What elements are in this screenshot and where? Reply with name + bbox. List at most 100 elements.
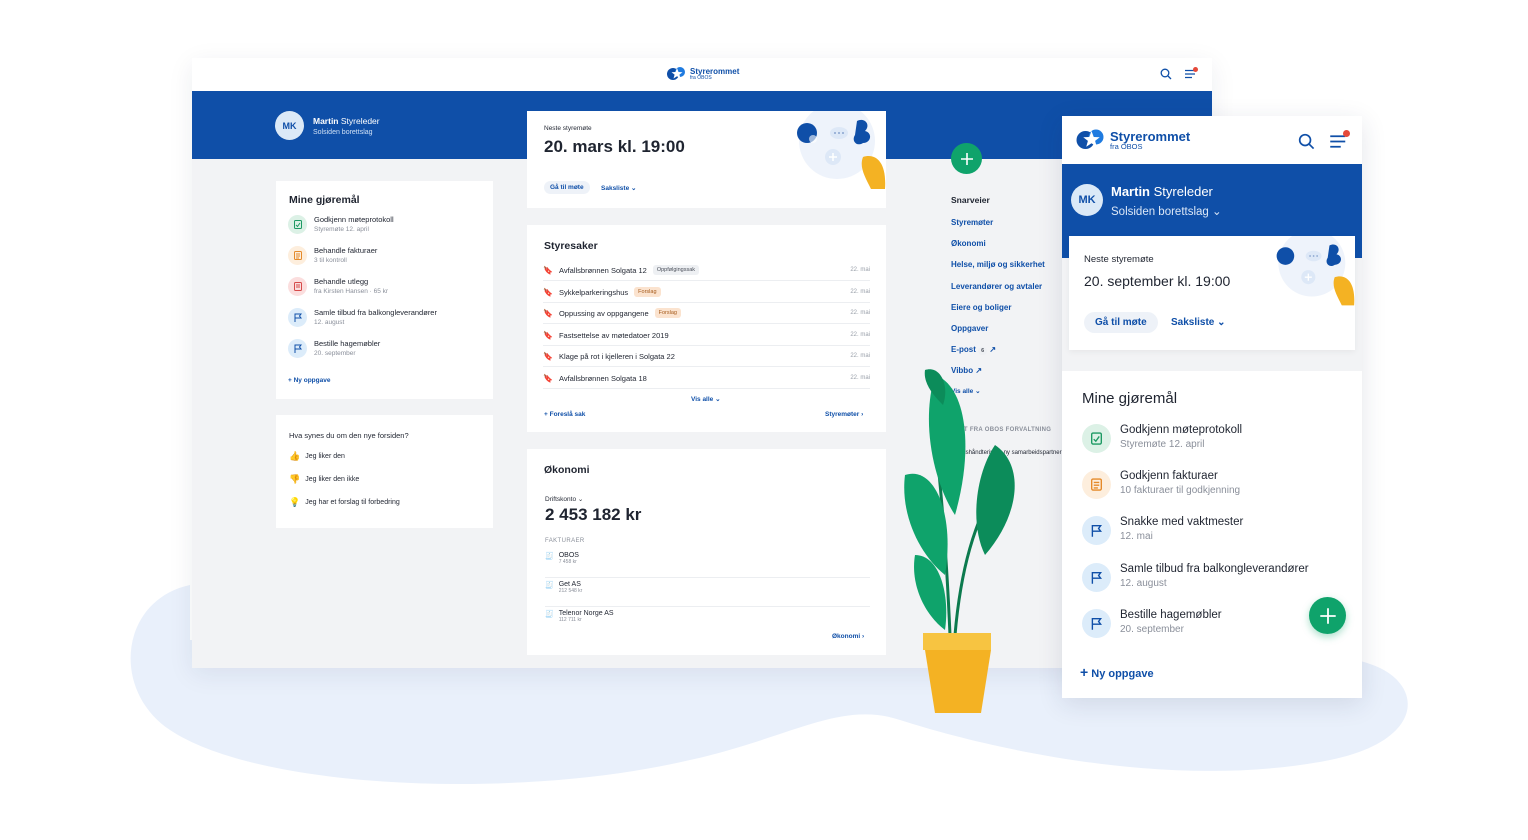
feedback-dislike[interactable]: 👎 Jeg liker den ikke xyxy=(289,474,359,485)
case-date: 22. mai xyxy=(850,375,870,381)
task-item[interactable]: Bestille hagemøbler 20. september xyxy=(1082,609,1222,638)
case-badge: Forslag xyxy=(634,287,661,297)
shortcuts-title: Snarveier xyxy=(951,195,990,205)
chevron-right-icon: › xyxy=(861,633,865,640)
feedback-like-label: Jeg liker den xyxy=(305,453,345,460)
flag-icon xyxy=(1082,609,1111,638)
case-row[interactable]: 🔖 Klage på rot i kjelleren i Solgata 22 22… xyxy=(543,346,870,367)
user-role: Styreleder xyxy=(1153,184,1213,199)
case-row[interactable]: 🔖 Sykkelparkeringshus Forslag 22. mai xyxy=(543,282,870,303)
org-dropdown[interactable]: Solsiden borettslag ⌄ xyxy=(1111,204,1222,218)
thumbs-down-icon: 👎 xyxy=(289,474,301,484)
invoice-row[interactable]: 🧾 Get AS 212 548 kr xyxy=(545,581,870,607)
feedback-suggest[interactable]: 💡 Jeg har et forslag til forbedring xyxy=(289,497,400,508)
invoice-row[interactable]: 🧾 Telenor Norge AS 112 711 kr xyxy=(545,610,870,632)
bookmark-icon: 🔖 xyxy=(543,373,553,383)
meeting-illustration xyxy=(1276,236,1355,306)
add-task-label: Ny oppgave xyxy=(293,377,331,384)
user-role: Styreleder xyxy=(340,116,380,126)
mobile-brand-logo[interactable]: Styrerommet fra OBOS xyxy=(1074,128,1190,152)
invoice-icon: 🧾 xyxy=(545,582,554,589)
flag-icon xyxy=(288,308,307,327)
invoice-icon: 🧾 xyxy=(545,611,554,618)
task-item[interactable]: Godkjenn møteprotokoll Styremøte 12. apri… xyxy=(1082,424,1242,453)
add-fab-button[interactable] xyxy=(1309,597,1346,634)
case-row[interactable]: 🔖 Avfallsbrønnen Solgata 18 22. mai xyxy=(543,368,870,389)
brand-logo[interactable]: Styrerommet fra OBOS xyxy=(666,66,739,82)
shortcut-link[interactable]: Helse, miljø og sikkerhet xyxy=(951,260,1045,269)
chevron-right-icon: › xyxy=(861,411,864,418)
economy-link[interactable]: Økonomi › xyxy=(832,633,864,640)
avatar[interactable]: MK xyxy=(1071,184,1103,216)
shortcut-link[interactable]: Økonomi xyxy=(951,239,986,248)
document-check-icon xyxy=(1082,424,1111,453)
task-subtitle: 12. august xyxy=(314,319,345,326)
thumbs-up-icon: 👍 xyxy=(289,451,301,461)
shortcut-link[interactable]: Leverandører og avtaler xyxy=(951,282,1042,291)
org-name: Solsiden borettslag xyxy=(1111,206,1209,218)
receipt-icon xyxy=(288,277,307,296)
task-item[interactable]: Snakke med vaktmester 12. mai xyxy=(1082,516,1243,545)
user-name[interactable]: Martin Styreleder xyxy=(1111,184,1213,199)
logo-icon xyxy=(1076,129,1104,149)
mobile-window: Styrerommet fra OBOS MK Martin Styrelede… xyxy=(1062,116,1362,698)
case-name: Sykkelparkeringshus xyxy=(558,287,629,297)
task-title: Bestille hagemøbler xyxy=(1120,609,1222,621)
show-all-cases-button[interactable]: Vis alle ⌄ xyxy=(691,395,721,403)
invoice-row[interactable]: 🧾 OBOS 7 458 kr xyxy=(545,552,870,578)
task-item[interactable]: Godkjenn møteprotokoll Styremøte 12. apri… xyxy=(288,215,394,234)
meeting-illustration xyxy=(797,111,886,189)
go-to-meeting-button[interactable]: Gå til møte xyxy=(544,181,590,194)
meetings-link[interactable]: Styremøter › xyxy=(825,411,863,418)
account-dropdown[interactable]: Driftskonto ⌄ xyxy=(545,495,583,503)
mobile-meeting-card: Neste styremøte 20. september kl. 19:00 … xyxy=(1069,236,1355,350)
flag-icon xyxy=(1082,563,1111,592)
brand-name: Styrerommet xyxy=(1110,128,1191,144)
task-item[interactable]: Behandle utlegg fra Kirsten Hansen · 65 k… xyxy=(288,277,388,296)
task-item[interactable]: Godkjenn fakturaer 10 fakturaer til godkj… xyxy=(1082,470,1240,499)
brand-sub: fra OBOS xyxy=(1110,141,1143,151)
propose-case-button[interactable]: + Foreslå sak xyxy=(544,411,585,418)
feedback-like[interactable]: 👍 Jeg liker den xyxy=(289,451,345,462)
case-row[interactable]: 🔖 Fastsettelse av møtedatoer 2019 22. mai xyxy=(543,325,870,346)
task-title: Samle tilbud fra balkongleverandører xyxy=(1120,563,1309,575)
invoice-amount: 112 711 kr xyxy=(558,617,582,623)
flag-icon xyxy=(288,339,307,358)
account-label: Driftskonto xyxy=(545,496,577,503)
shortcut-link[interactable]: Eiere og boliger xyxy=(951,303,1011,312)
add-task-button[interactable]: + Ny oppgave xyxy=(288,377,330,384)
mobile-tasks-card: Mine gjøremål Godkjenn møteprotokoll Styr… xyxy=(1062,371,1362,698)
org-name[interactable]: Solsiden borettslag xyxy=(313,129,373,136)
chevron-down-icon: ⌄ xyxy=(577,496,584,503)
task-item[interactable]: Behandle fakturaer 3 til kontroll xyxy=(288,246,377,265)
shortcut-link-email[interactable]: E-post 6 ↗ xyxy=(951,345,996,355)
task-subtitle: 10 fakturaer til godkjenning xyxy=(1120,485,1241,496)
user-name[interactable]: Martin Styreleder xyxy=(313,116,380,126)
task-item[interactable]: Bestille hagemøbler 20. september xyxy=(288,339,380,358)
feedback-question: Hva synes du om den nye forsiden? xyxy=(289,431,409,440)
add-fab-button[interactable] xyxy=(951,143,982,174)
go-to-meeting-button[interactable]: Gå til møte xyxy=(1084,312,1158,333)
task-item[interactable]: Samle tilbud fra balkongleverandører 12. … xyxy=(288,308,437,327)
search-icon[interactable] xyxy=(1298,133,1315,150)
meeting-label: Neste styremøte xyxy=(1084,254,1154,265)
feedback-dislike-label: Jeg liker den ikke xyxy=(305,476,360,483)
case-row[interactable]: 🔖 Avfallsbrønnen Solgata 12 Oppfølgingssak… xyxy=(543,260,870,281)
invoice-amount: 7 458 kr xyxy=(558,559,577,565)
invoice-name: OBOS xyxy=(558,552,579,559)
agenda-dropdown[interactable]: Saksliste ⌄ xyxy=(1171,317,1226,328)
add-task-button[interactable]: + Ny oppgave xyxy=(1080,664,1154,680)
case-name: Avfallsbrønnen Solgata 18 xyxy=(558,373,647,383)
search-icon[interactable] xyxy=(1160,68,1172,80)
agenda-dropdown[interactable]: Saksliste ⌄ xyxy=(601,184,636,192)
task-item[interactable]: Samle tilbud fra balkongleverandører 12. … xyxy=(1082,563,1309,592)
case-row[interactable]: 🔖 Oppussing av oppgangene Forslag 22. mai xyxy=(543,303,870,324)
shortcut-link[interactable]: Styremøter xyxy=(951,218,993,227)
shortcut-link[interactable]: Oppgaver xyxy=(951,324,988,333)
document-check-icon xyxy=(288,215,307,234)
task-subtitle: Styremøte 12. april xyxy=(1120,439,1205,450)
case-badge: Oppfølgingssak xyxy=(652,265,700,275)
case-date: 22. mai xyxy=(850,289,870,295)
show-all-label: Vis alle xyxy=(691,396,714,403)
avatar[interactable]: MK xyxy=(275,111,304,140)
